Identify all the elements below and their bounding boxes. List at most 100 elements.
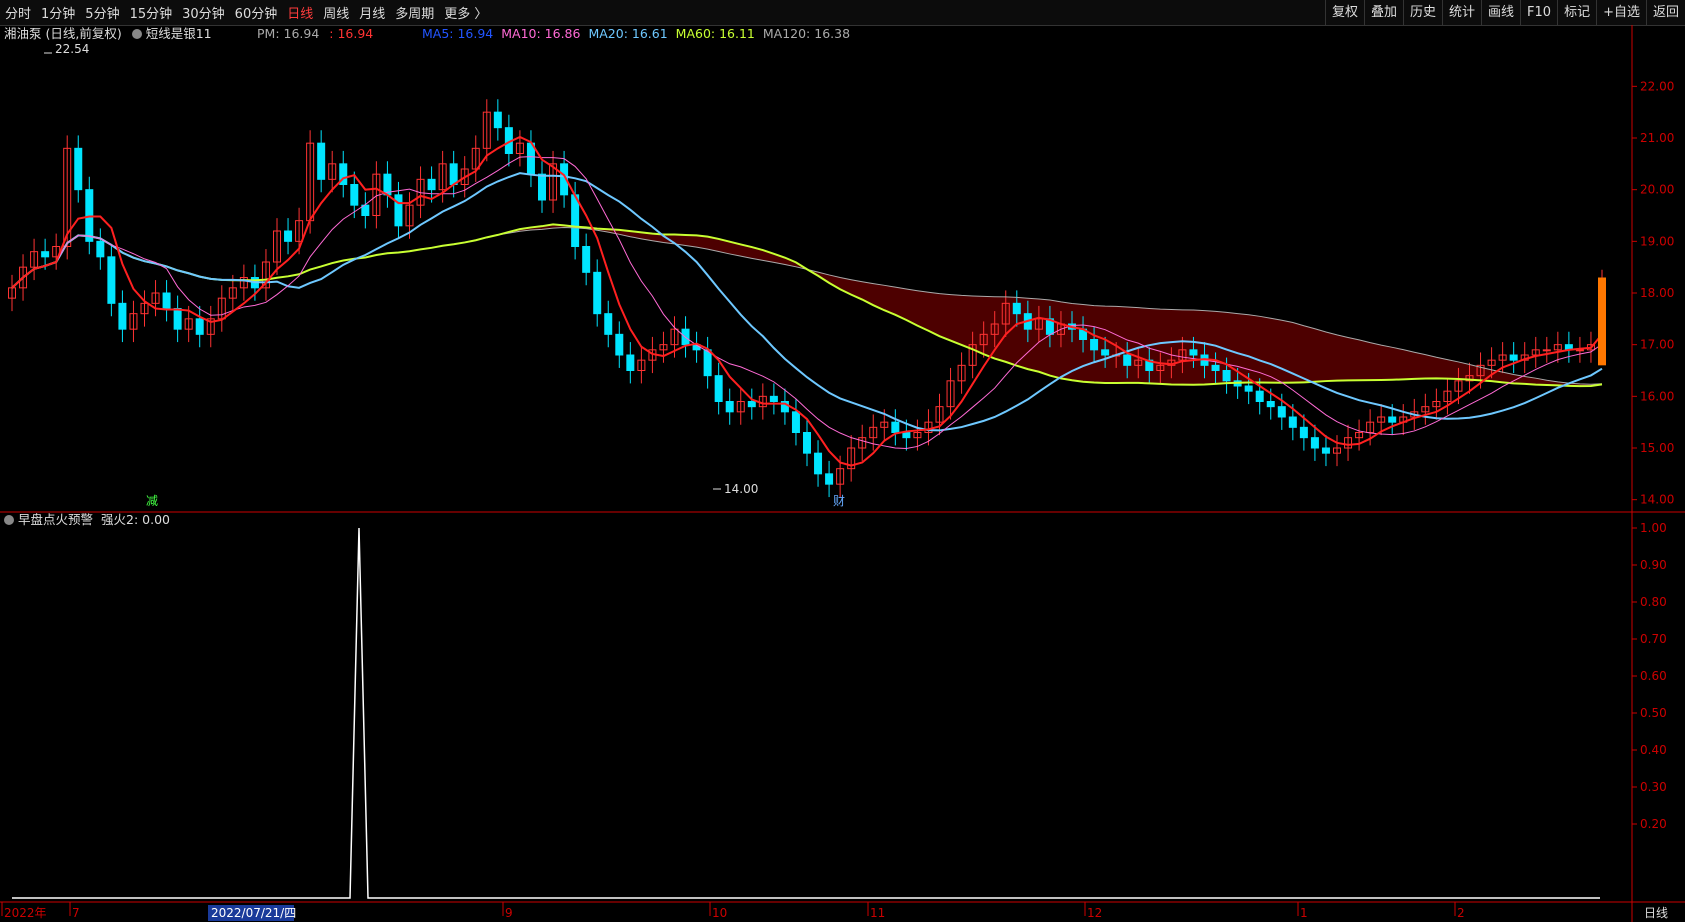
candle-body xyxy=(1388,416,1397,423)
candle-body xyxy=(703,349,712,377)
candle-body xyxy=(626,354,635,371)
candle-body xyxy=(1211,364,1220,372)
y-tick-label-1: 21.00 xyxy=(1640,131,1674,145)
candle-body xyxy=(825,473,834,485)
pm-label: PM: 16.94 xyxy=(257,26,320,41)
y-tick-label-3: 19.00 xyxy=(1640,234,1674,248)
sub-y-tick-label-8: 0.20 xyxy=(1640,817,1667,831)
ma10-line xyxy=(11,156,1603,450)
x-tick-label-3: 10 xyxy=(712,906,727,920)
last-candle xyxy=(1598,277,1606,366)
x-tick-label-6: 1 xyxy=(1300,906,1308,920)
candle-body xyxy=(615,333,624,356)
y-tick-label-5: 17.00 xyxy=(1640,338,1674,352)
ma20-readout: MA20: 16.61 xyxy=(588,26,668,41)
candle-body xyxy=(74,147,83,191)
ma5-readout: MA5: 16.94 xyxy=(422,26,494,41)
candle-body xyxy=(803,432,811,454)
sub-y-tick-label-2: 0.80 xyxy=(1640,595,1667,609)
candle-body xyxy=(1101,349,1110,356)
candle-body xyxy=(1123,354,1132,366)
candle-body xyxy=(891,421,900,433)
sub-y-tick-label-7: 0.30 xyxy=(1640,780,1667,794)
candle-body xyxy=(769,395,778,403)
candle-body xyxy=(427,178,436,191)
candle-body xyxy=(714,375,723,402)
sub-indicator-name: 早盘点火预警 xyxy=(18,512,94,527)
ma20-line xyxy=(11,172,1603,432)
candle-body xyxy=(1321,447,1330,454)
candle-body xyxy=(604,313,613,335)
y-tick-label-2: 20.00 xyxy=(1640,183,1674,197)
ma-readouts: MA5: 16.94 MA10: 16.86 MA20: 16.61 MA60:… xyxy=(422,25,850,43)
marker-jian: 减 xyxy=(146,494,158,508)
kline-chart[interactable]: 22.0021.0020.0019.0018.0017.0016.0015.00… xyxy=(0,0,1685,922)
x-tick-label-5: 12 xyxy=(1087,906,1102,920)
candle-body xyxy=(1277,406,1286,418)
candle-body xyxy=(394,194,403,227)
y-tick-label-8: 14.00 xyxy=(1640,493,1674,507)
main-info-stock: 湘油泵 (日线,前复权) 短线是银11 xyxy=(4,25,212,43)
ma120-readout: MA120: 16.38 xyxy=(762,26,851,41)
candle-body xyxy=(118,302,127,330)
candle-body xyxy=(1012,302,1021,315)
indicator-toggle-icon[interactable] xyxy=(131,29,142,39)
cursor-date: 2022/07/21/四 xyxy=(211,906,296,920)
candle-body xyxy=(571,194,580,247)
candle-body xyxy=(41,251,50,258)
sub-y-tick-label-5: 0.50 xyxy=(1640,706,1667,720)
candle-body xyxy=(173,308,182,330)
stock-name: 湘油泵 (日线,前复权) xyxy=(4,26,122,41)
candle-body xyxy=(107,256,116,304)
candle-body xyxy=(1299,426,1308,439)
candle-body xyxy=(317,142,326,180)
candle-body xyxy=(1266,401,1275,408)
candle-body xyxy=(1090,339,1099,351)
candle-body xyxy=(593,271,602,315)
ma-band-fill xyxy=(12,224,1602,387)
y-tick-label-7: 15.00 xyxy=(1640,441,1674,455)
candle-body xyxy=(493,111,502,129)
candle-body xyxy=(1310,437,1319,449)
sub-y-tick-label-3: 0.70 xyxy=(1640,632,1667,646)
candle-body xyxy=(582,246,591,273)
sub-indicator-toggle-icon[interactable] xyxy=(4,515,14,525)
pm-readout: PM: 16.94 : 16.94 xyxy=(257,25,373,43)
pm-value: : 16.94 xyxy=(329,26,374,41)
candle-body xyxy=(1509,354,1518,361)
candle-body xyxy=(791,411,800,434)
candle-body xyxy=(449,163,458,185)
candle-body xyxy=(1542,349,1551,352)
indicator-name: 短线是银11 xyxy=(145,26,212,41)
candle-body xyxy=(1189,349,1198,356)
candle-body xyxy=(96,240,105,258)
candle-body xyxy=(85,189,94,242)
low-price-label: 14.00 xyxy=(724,482,758,496)
sub-indicator-value: 强火2: 0.00 xyxy=(101,512,170,527)
candle-body xyxy=(902,432,911,439)
y-tick-label-4: 18.00 xyxy=(1640,286,1674,300)
ma10-readout: MA10: 16.86 xyxy=(501,26,581,41)
sub-indicator-line xyxy=(12,527,1600,899)
candle-body xyxy=(814,452,823,475)
period-label: 日线 xyxy=(1644,906,1668,920)
candle-body xyxy=(284,230,293,242)
candle-body xyxy=(1222,370,1231,382)
candle-body xyxy=(725,401,734,413)
candle-body xyxy=(162,292,171,309)
x-tick-label-1: 7 xyxy=(72,906,80,920)
sub-y-tick-label-4: 0.60 xyxy=(1640,669,1667,683)
candle-body xyxy=(1255,390,1264,402)
y-tick-label-6: 16.00 xyxy=(1640,389,1674,403)
sub-y-tick-label-6: 0.40 xyxy=(1640,743,1667,757)
sub-y-tick-label-0: 1.00 xyxy=(1640,521,1667,535)
candle-body xyxy=(747,401,756,408)
sub-y-tick-label-1: 0.90 xyxy=(1640,558,1667,572)
x-tick-label-7: 2 xyxy=(1457,906,1465,920)
marker-cai: 财 xyxy=(833,494,845,508)
candle-body xyxy=(1288,416,1297,428)
ma60-readout: MA60: 16.11 xyxy=(675,26,755,41)
y-tick-label-0: 22.00 xyxy=(1640,79,1674,93)
candle-body xyxy=(1244,385,1253,392)
sub-info: 早盘点火预警 强火2: 0.00 xyxy=(4,511,170,529)
